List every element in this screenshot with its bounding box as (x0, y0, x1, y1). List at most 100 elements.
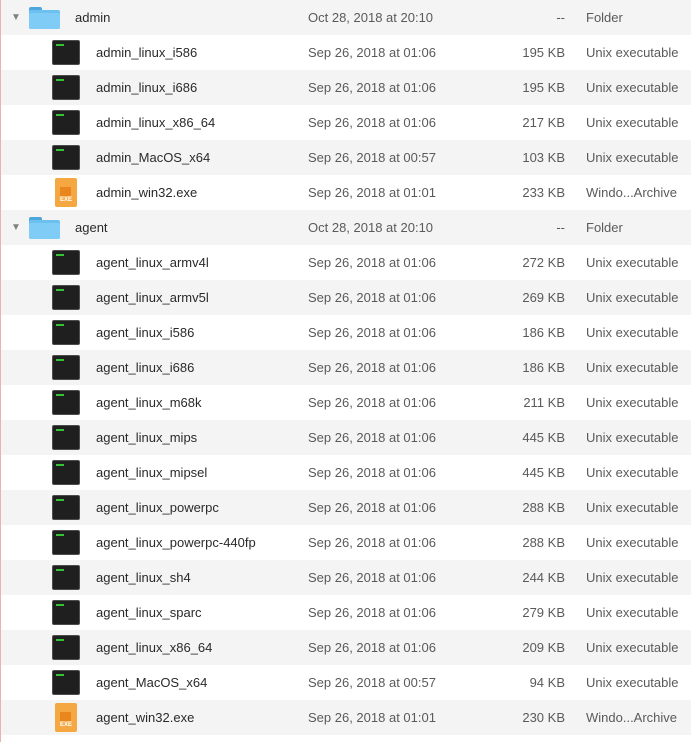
date-modified: Sep 26, 2018 at 00:57 (308, 150, 436, 165)
file-kind: Folder (586, 220, 623, 235)
file-kind: Unix executable (586, 570, 679, 585)
file-kind: Unix executable (586, 395, 679, 410)
file-size: 186 KB (522, 325, 565, 340)
disclosure-triangle-icon[interactable]: ▼ (9, 0, 23, 35)
file-size: 186 KB (522, 360, 565, 375)
folder-row[interactable]: ▼ agent Oct 28, 2018 at 20:10 -- Folder (1, 210, 691, 245)
date-modified: Sep 26, 2018 at 01:01 (308, 710, 436, 725)
file-row[interactable]: admin_MacOS_x64 Sep 26, 2018 at 00:57 10… (1, 140, 691, 175)
date-modified: Sep 26, 2018 at 01:01 (308, 185, 436, 200)
file-kind: Unix executable (586, 430, 679, 445)
date-modified: Sep 26, 2018 at 01:06 (308, 290, 436, 305)
file-list: ▼ admin Oct 28, 2018 at 20:10 -- Folder … (0, 0, 691, 742)
file-size: -- (556, 10, 565, 25)
terminal-executable-icon (52, 75, 80, 100)
terminal-executable-icon (52, 635, 80, 660)
file-name: admin_linux_i586 (96, 45, 198, 60)
date-modified: Sep 26, 2018 at 01:06 (308, 465, 436, 480)
file-kind: Unix executable (586, 290, 679, 305)
file-name: agent_linux_mips (96, 430, 198, 445)
file-row[interactable]: agent_linux_powerpc-440fp Sep 26, 2018 a… (1, 525, 691, 560)
date-modified: Sep 26, 2018 at 01:06 (308, 640, 436, 655)
file-size: 103 KB (522, 150, 565, 165)
file-name: agent (75, 220, 108, 235)
file-size: -- (556, 220, 565, 235)
file-kind: Unix executable (586, 465, 679, 480)
terminal-executable-icon (52, 145, 80, 170)
date-modified: Sep 26, 2018 at 01:06 (308, 395, 436, 410)
file-kind: Unix executable (586, 255, 679, 270)
terminal-executable-icon (52, 565, 80, 590)
file-name: agent_linux_armv4l (96, 255, 209, 270)
file-name: admin_linux_x86_64 (96, 115, 216, 130)
file-kind: Unix executable (586, 535, 679, 550)
file-row[interactable]: admin_linux_i686 Sep 26, 2018 at 01:06 1… (1, 70, 691, 105)
folder-icon (29, 7, 60, 29)
file-size: 288 KB (522, 535, 565, 550)
disclosure-triangle-icon[interactable]: ▼ (9, 210, 23, 245)
date-modified: Sep 26, 2018 at 01:06 (308, 325, 436, 340)
file-row[interactable]: agent_linux_mipsel Sep 26, 2018 at 01:06… (1, 455, 691, 490)
file-row[interactable]: agent_MacOS_x64 Sep 26, 2018 at 00:57 94… (1, 665, 691, 700)
file-row[interactable]: agent_linux_m68k Sep 26, 2018 at 01:06 2… (1, 385, 691, 420)
terminal-executable-icon (52, 250, 80, 275)
file-name: agent_linux_armv5l (96, 290, 209, 305)
terminal-executable-icon (52, 355, 80, 380)
terminal-executable-icon (52, 390, 80, 415)
file-name: admin (75, 10, 111, 25)
date-modified: Sep 26, 2018 at 00:57 (308, 675, 436, 690)
file-row[interactable]: agent_linux_mips Sep 26, 2018 at 01:06 4… (1, 420, 691, 455)
file-row[interactable]: admin_linux_i586 Sep 26, 2018 at 01:06 1… (1, 35, 691, 70)
terminal-executable-icon (52, 530, 80, 555)
date-modified: Sep 26, 2018 at 01:06 (308, 430, 436, 445)
file-row[interactable]: agent_linux_i586 Sep 26, 2018 at 01:06 1… (1, 315, 691, 350)
file-kind: Unix executable (586, 360, 679, 375)
file-name: agent_win32.exe (96, 710, 195, 725)
file-row[interactable]: agent_linux_sparc Sep 26, 2018 at 01:06 … (1, 595, 691, 630)
file-kind: Unix executable (586, 80, 679, 95)
file-row[interactable]: agent_linux_x86_64 Sep 26, 2018 at 01:06… (1, 630, 691, 665)
file-size: 211 KB (523, 395, 565, 410)
terminal-executable-icon (52, 495, 80, 520)
file-size: 94 KB (529, 675, 565, 690)
file-kind: Unix executable (586, 150, 679, 165)
file-name: admin_linux_i686 (96, 80, 198, 95)
date-modified: Sep 26, 2018 at 01:06 (308, 535, 436, 550)
file-name: agent_linux_i586 (96, 325, 195, 340)
file-row[interactable]: EXE agent_win32.exe Sep 26, 2018 at 01:0… (1, 700, 691, 735)
date-modified: Sep 26, 2018 at 01:06 (308, 45, 436, 60)
file-row[interactable]: agent_linux_powerpc Sep 26, 2018 at 01:0… (1, 490, 691, 525)
file-size: 209 KB (522, 640, 565, 655)
file-kind: Unix executable (586, 605, 679, 620)
file-row[interactable]: agent_linux_armv4l Sep 26, 2018 at 01:06… (1, 245, 691, 280)
terminal-executable-icon (52, 320, 80, 345)
terminal-executable-icon (52, 460, 80, 485)
file-name: agent_linux_sh4 (96, 570, 191, 585)
file-size: 445 KB (522, 430, 565, 445)
file-name: agent_MacOS_x64 (96, 675, 208, 690)
terminal-executable-icon (52, 670, 80, 695)
terminal-executable-icon (52, 40, 80, 65)
file-name: admin_MacOS_x64 (96, 150, 211, 165)
file-row[interactable]: agent_linux_sh4 Sep 26, 2018 at 01:06 24… (1, 560, 691, 595)
date-modified: Oct 28, 2018 at 20:10 (308, 220, 434, 235)
file-row[interactable]: admin_linux_x86_64 Sep 26, 2018 at 01:06… (1, 105, 691, 140)
date-modified: Sep 26, 2018 at 01:06 (308, 500, 436, 515)
folder-row[interactable]: ▼ admin Oct 28, 2018 at 20:10 -- Folder (1, 0, 691, 35)
windows-exe-archive-icon: EXE (55, 178, 77, 207)
file-kind: Windo...Archive (586, 710, 678, 725)
file-kind: Unix executable (586, 640, 679, 655)
file-name: admin_win32.exe (96, 185, 198, 200)
date-modified: Sep 26, 2018 at 01:06 (308, 605, 436, 620)
file-kind: Folder (586, 10, 623, 25)
terminal-executable-icon (52, 110, 80, 135)
file-row[interactable]: agent_linux_i686 Sep 26, 2018 at 01:06 1… (1, 350, 691, 385)
file-size: 279 KB (522, 605, 565, 620)
file-kind: Unix executable (586, 500, 679, 515)
date-modified: Sep 26, 2018 at 01:06 (308, 570, 436, 585)
file-name: agent_linux_mipsel (96, 465, 208, 480)
file-size: 272 KB (522, 255, 565, 270)
file-row[interactable]: EXE admin_win32.exe Sep 26, 2018 at 01:0… (1, 175, 691, 210)
file-row[interactable]: agent_linux_armv5l Sep 26, 2018 at 01:06… (1, 280, 691, 315)
file-kind: Unix executable (586, 325, 679, 340)
